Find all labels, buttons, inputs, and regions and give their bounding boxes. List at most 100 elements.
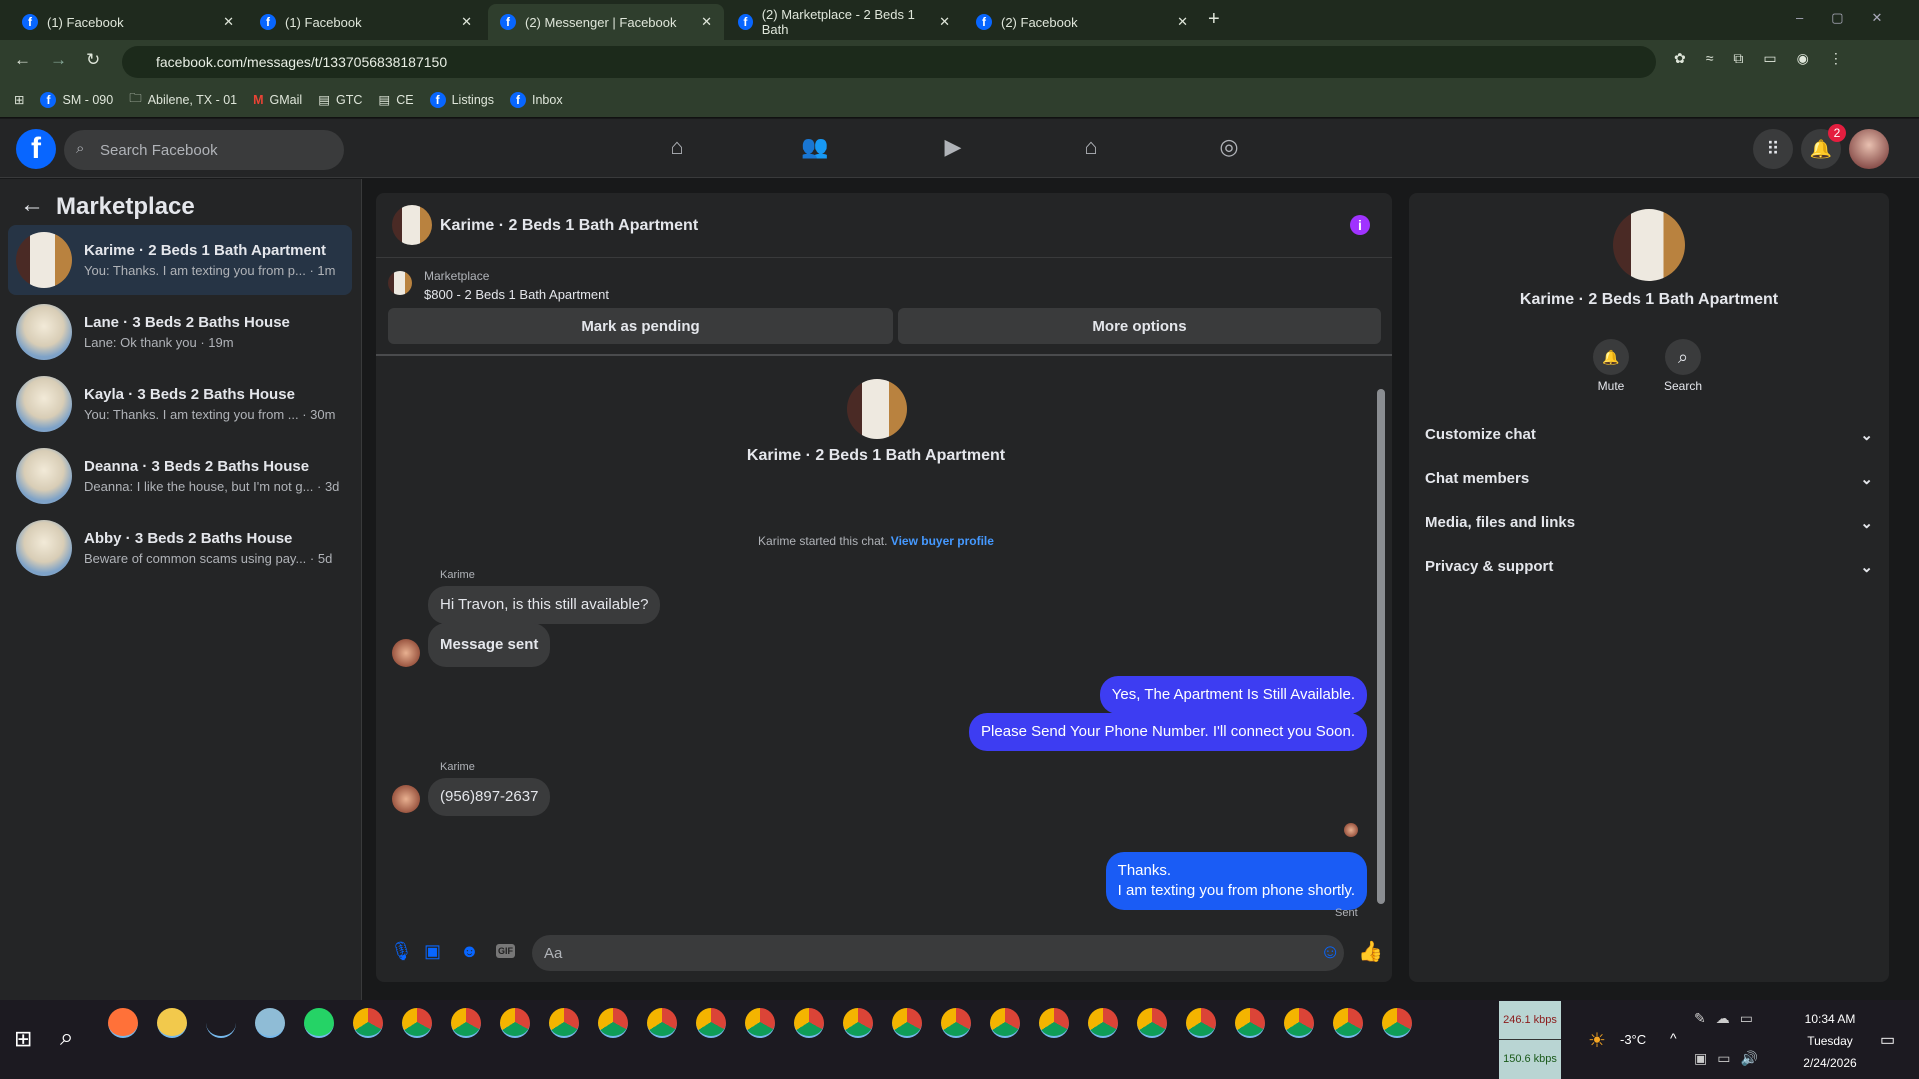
home-icon[interactable]: ⌂ (662, 134, 692, 164)
close-tab-icon[interactable]: ✕ (223, 14, 234, 30)
reload-icon[interactable]: ↻ (86, 50, 100, 70)
bookmark[interactable]: ▤ GTC (318, 92, 362, 108)
chrome-icon[interactable] (549, 1008, 579, 1038)
tab[interactable]: f (2) Facebook ✕ (964, 4, 1200, 40)
facebook-icon: f (738, 14, 753, 30)
chrome-icon[interactable] (1333, 1008, 1363, 1038)
chrome-icon[interactable] (745, 1008, 775, 1038)
chrome-icon[interactable] (843, 1008, 873, 1038)
conversation-item[interactable]: Kayla · 3 Beds 2 Baths House You: Thanks.… (8, 369, 352, 439)
chrome-icon[interactable] (598, 1008, 628, 1038)
close-tab-icon[interactable]: ✕ (461, 14, 472, 30)
chrome-icon[interactable] (941, 1008, 971, 1038)
microphone-icon[interactable]: 🎙 (390, 941, 413, 962)
back-arrow-icon[interactable]: ← (20, 191, 44, 219)
bookmark[interactable]: M GMail (253, 93, 302, 107)
accordion-media-files[interactable]: Media, files and links ⌄ (1425, 514, 1873, 532)
message-input[interactable]: Aa (532, 935, 1344, 971)
extension-icons[interactable]: ✿≈⧉▭◉⋮ (1674, 50, 1863, 67)
chrome-icon[interactable] (255, 1008, 285, 1038)
accordion-privacy-support[interactable]: Privacy & support ⌄ (1425, 558, 1873, 576)
notifications-icon[interactable]: ▭ (1880, 1030, 1895, 1050)
chevron-up-icon[interactable]: ^ (1670, 1030, 1677, 1046)
weather-temp[interactable]: -3°C (1620, 1032, 1646, 1047)
chrome-icon[interactable] (353, 1008, 383, 1038)
bookmark[interactable]: ▤ CE (378, 92, 413, 108)
chrome-icon[interactable] (647, 1008, 677, 1038)
tray-icons-2[interactable]: ▣▭🔊 (1694, 1050, 1768, 1067)
sidebar-title: Marketplace (56, 193, 195, 220)
conversation-item[interactable]: Abby · 3 Beds 2 Baths House Beware of com… (8, 513, 352, 583)
accordion-customize-chat[interactable]: Customize chat ⌄ (1425, 426, 1873, 444)
listing-title[interactable]: $800 - 2 Beds 1 Bath Apartment (424, 287, 609, 302)
mark-pending-button[interactable]: Mark as pending (388, 308, 893, 344)
like-icon[interactable]: 👍 (1358, 939, 1383, 964)
chrome-icon[interactable] (1137, 1008, 1167, 1038)
tab[interactable]: f (2) Marketplace - 2 Beds 1 Bath ✕ (726, 4, 962, 40)
firefox-icon[interactable] (108, 1008, 138, 1038)
chrome-icon[interactable] (696, 1008, 726, 1038)
chrome-icon[interactable] (402, 1008, 432, 1038)
url-input[interactable]: facebook.com/messages/t/1337056838187150 (122, 46, 1656, 78)
chrome-icon[interactable] (451, 1008, 481, 1038)
view-buyer-profile-link[interactable]: View buyer profile (891, 534, 994, 548)
tab[interactable]: f (1) Facebook ✕ (248, 4, 484, 40)
search-button[interactable]: ⌕ (1665, 339, 1701, 375)
new-tab-button[interactable]: + (1208, 8, 1220, 31)
marketplace-icon[interactable]: ⌂ (1076, 134, 1106, 164)
mute-button[interactable]: 🔔 (1593, 339, 1629, 375)
chrome-icon[interactable] (892, 1008, 922, 1038)
facebook-logo[interactable]: f (16, 129, 56, 169)
more-options-button[interactable]: More options (898, 308, 1381, 344)
clock[interactable]: 10:34 AM Tuesday 2/24/2026 (1790, 1008, 1870, 1074)
chrome-icon[interactable] (1284, 1008, 1314, 1038)
bookmark[interactable]: f SM - 090 (40, 91, 113, 108)
start-icon[interactable]: ⊞ (14, 1026, 32, 1052)
friends-icon[interactable]: 👥 (800, 134, 830, 164)
apps-icon[interactable]: ⊞ (14, 92, 24, 107)
scrollbar[interactable] (1377, 389, 1385, 904)
chevron-down-icon: ⌄ (1860, 515, 1873, 532)
conversation-item[interactable]: Lane · 3 Beds 2 Baths House Lane: Ok than… (8, 297, 352, 367)
info-icon[interactable]: i (1350, 215, 1370, 235)
chrome-icon[interactable] (1235, 1008, 1265, 1038)
back-icon[interactable]: ← (14, 50, 31, 70)
search-icon[interactable]: ⌕ (60, 1024, 73, 1052)
search-icon: ⌕ (1677, 347, 1689, 367)
tray-icons[interactable]: ✎☁▭ (1694, 1010, 1763, 1027)
chrome-icon[interactable] (1039, 1008, 1069, 1038)
gif-icon[interactable]: GIF (496, 944, 515, 958)
search-input[interactable]: ⌕ Search Facebook (64, 130, 344, 170)
accordion-chat-members[interactable]: Chat members ⌄ (1425, 470, 1873, 488)
conversation-item[interactable]: Karime · 2 Beds 1 Bath Apartment You: Tha… (8, 225, 352, 295)
groups-icon[interactable]: ◎ (1214, 134, 1244, 164)
bookmark[interactable]: f Listings (429, 91, 494, 108)
bookmarks-bar: ⊞ f SM - 090 🗀 Abilene, TX - 01 M GMail ▤ GT… (0, 82, 1919, 118)
emoji-icon[interactable]: ☺ (1320, 941, 1340, 964)
chrome-icon[interactable] (794, 1008, 824, 1038)
image-icon[interactable]: ▣ (424, 941, 441, 962)
video-icon[interactable]: ▶ (938, 134, 968, 164)
menu-grid-button[interactable]: ⠿ (1753, 129, 1793, 169)
close-tab-icon[interactable]: ✕ (939, 14, 950, 30)
file-explorer-icon[interactable] (157, 1008, 187, 1038)
chrome-icon[interactable] (1382, 1008, 1412, 1038)
chrome-icon[interactable] (1186, 1008, 1216, 1038)
chrome-icon[interactable] (1088, 1008, 1118, 1038)
forward-icon[interactable]: → (50, 50, 67, 70)
tab-active[interactable]: f (2) Messenger | Facebook ✕ (488, 4, 724, 40)
tab[interactable]: f (1) Facebook ✕ (10, 4, 246, 40)
chrome-icon[interactable] (500, 1008, 530, 1038)
close-tab-icon[interactable]: ✕ (1177, 14, 1188, 30)
close-tab-icon[interactable]: ✕ (701, 14, 712, 30)
window-controls[interactable]: –▢✕ (1796, 10, 1910, 26)
bookmark[interactable]: f Inbox (509, 91, 563, 108)
chat-title[interactable]: Karime · 2 Beds 1 Bath Apartment (440, 217, 698, 235)
conversation-item[interactable]: Deanna · 3 Beds 2 Baths House Deanna: I l… (8, 441, 352, 511)
profile-avatar[interactable] (1849, 129, 1889, 169)
whatsapp-icon[interactable] (304, 1008, 334, 1038)
sticker-icon[interactable]: ☻ (460, 941, 479, 962)
chrome-icon[interactable] (990, 1008, 1020, 1038)
chrome-icon[interactable] (206, 1008, 236, 1038)
bookmark-folder[interactable]: 🗀 Abilene, TX - 01 (129, 89, 237, 110)
